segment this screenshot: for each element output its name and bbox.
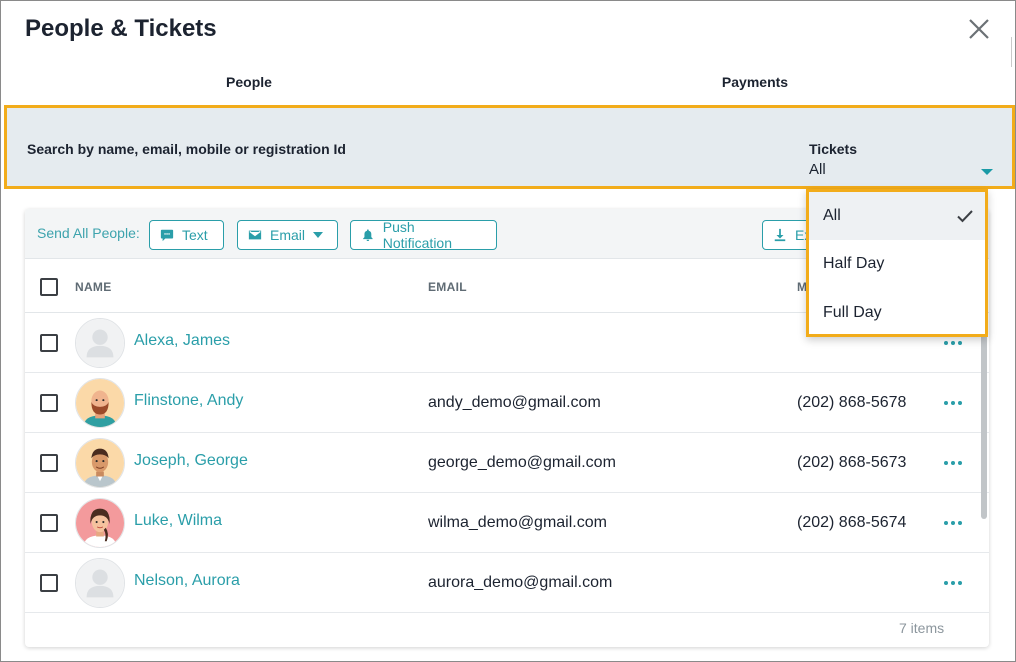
more-options-icon[interactable] (941, 573, 965, 593)
column-header-email[interactable]: EMAIL (428, 280, 467, 294)
table-row[interactable]: Luke, Wilma wilma_demo@gmail.com (202) 8… (25, 493, 989, 553)
text-button[interactable]: Text (149, 220, 224, 250)
table-row[interactable]: Joseph, George george_demo@gmail.com (20… (25, 433, 989, 493)
push-notification-button[interactable]: Push Notification (350, 219, 497, 251)
message-icon (160, 229, 174, 242)
person-name-link[interactable]: Joseph, George (134, 452, 248, 470)
tickets-select[interactable]: All (809, 161, 826, 178)
dialog-title: People & Tickets (25, 15, 217, 42)
table-row[interactable]: Flinstone, Andy andy_demo@gmail.com (202… (25, 373, 989, 433)
menu-item-label: Full Day (823, 304, 882, 321)
email-button[interactable]: Email (237, 220, 338, 250)
filter-bar: Search by name, email, mobile or registr… (4, 105, 1015, 189)
row-checkbox[interactable] (40, 394, 58, 412)
send-all-label: Send All People: (37, 225, 140, 241)
man-avatar-icon (75, 438, 125, 488)
text-button-label: Text (182, 227, 208, 243)
search-field[interactable]: Search by name, email, mobile or registr… (27, 141, 346, 157)
tab-payments[interactable]: Payments (509, 61, 1001, 105)
row-checkbox[interactable] (40, 454, 58, 472)
row-checkbox[interactable] (40, 514, 58, 532)
table-row[interactable]: Nelson, Aurora aurora_demo@gmail.com (25, 553, 989, 613)
tickets-dropdown-menu: All Half Day Full Day (806, 189, 988, 337)
placeholder-avatar-icon (75, 558, 125, 608)
person-phone: (202) 868-5673 (797, 454, 907, 471)
menu-item-all[interactable]: All (809, 192, 985, 240)
person-phone: (202) 868-5674 (797, 514, 907, 531)
menu-item-label: Half Day (823, 255, 885, 272)
more-options-icon[interactable] (941, 393, 965, 413)
tab-bar: People Payments (1, 61, 1015, 105)
people-tickets-dialog: People & Tickets People Payments Search … (0, 0, 1016, 662)
more-options-icon[interactable] (941, 453, 965, 473)
email-button-label: Email (270, 227, 306, 243)
tab-people[interactable]: People (1, 61, 497, 105)
person-email: aurora_demo@gmail.com (428, 574, 613, 591)
bearded-man-avatar-icon (75, 378, 125, 428)
download-icon (774, 228, 786, 242)
row-checkbox[interactable] (40, 574, 58, 592)
person-email: george_demo@gmail.com (428, 454, 616, 471)
person-name-link[interactable]: Alexa, James (134, 332, 230, 350)
menu-item-full-day[interactable]: Full Day (809, 289, 985, 337)
item-count: 7 items (899, 620, 945, 636)
select-all-checkbox[interactable] (40, 278, 58, 296)
checkmark-icon (957, 210, 973, 223)
menu-item-label: All (823, 207, 841, 224)
caret-down-icon (313, 232, 324, 238)
person-name-link[interactable]: Flinstone, Andy (134, 392, 243, 410)
person-email: andy_demo@gmail.com (428, 394, 601, 411)
person-name-link[interactable]: Luke, Wilma (134, 512, 222, 530)
push-button-label: Push Notification (382, 219, 453, 251)
caret-down-icon[interactable] (981, 169, 993, 175)
more-options-icon[interactable] (941, 513, 965, 533)
envelope-icon (248, 230, 262, 240)
close-icon[interactable] (965, 15, 993, 43)
scrollbar-thumb[interactable] (981, 331, 987, 519)
person-name-link[interactable]: Nelson, Aurora (134, 572, 240, 590)
person-phone: (202) 868-5678 (797, 394, 907, 411)
row-checkbox[interactable] (40, 334, 58, 352)
column-header-name[interactable]: NAME (75, 280, 112, 294)
tickets-label: Tickets (809, 141, 857, 157)
woman-avatar-icon (75, 498, 125, 548)
bell-icon (363, 229, 373, 242)
person-email: wilma_demo@gmail.com (428, 514, 607, 531)
placeholder-avatar-icon (75, 318, 125, 368)
menu-item-half-day[interactable]: Half Day (809, 240, 985, 288)
